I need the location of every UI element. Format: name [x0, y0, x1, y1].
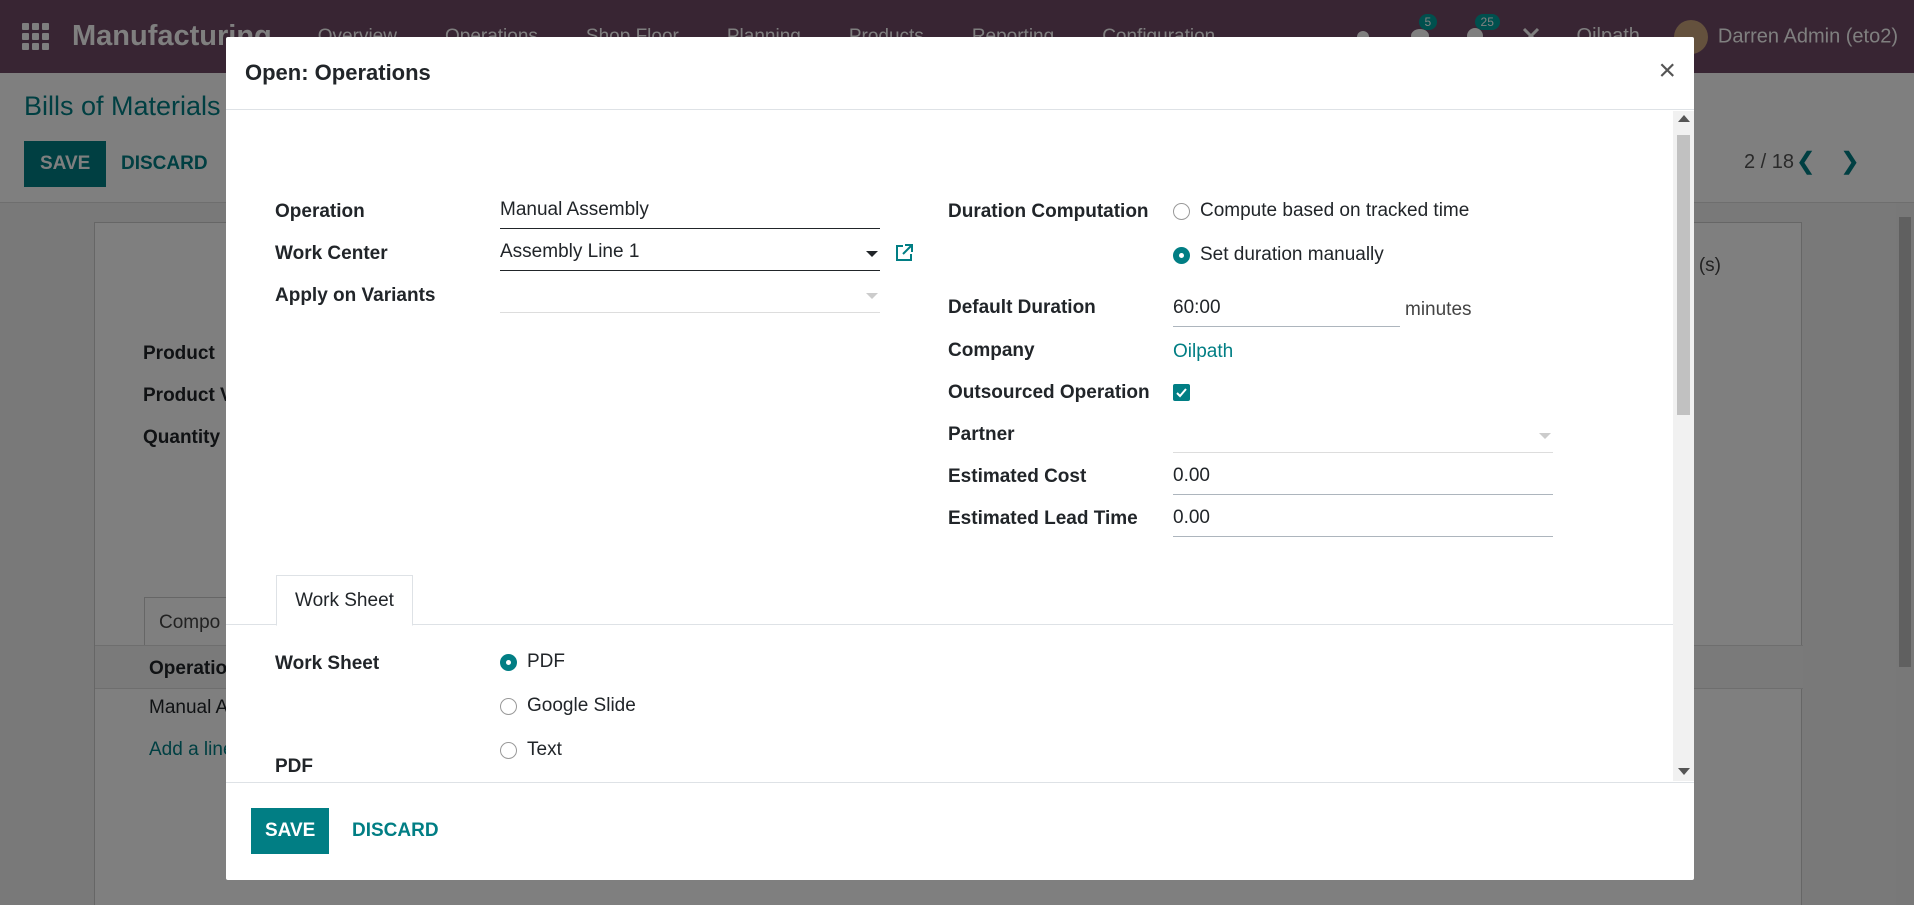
- chevron-down-icon[interactable]: [866, 251, 878, 257]
- scrollbar-thumb[interactable]: [1677, 135, 1690, 415]
- company-link[interactable]: Oilpath: [1173, 341, 1233, 363]
- apply-on-variants-label: Apply on Variants: [275, 285, 436, 306]
- duration-computation-label: Duration Computation: [948, 201, 1149, 222]
- scroll-down-icon[interactable]: [1678, 768, 1690, 775]
- scroll-up-icon[interactable]: [1678, 115, 1690, 122]
- work-sheet-label: Work Sheet: [275, 653, 380, 674]
- operation-label: Operation: [275, 201, 365, 222]
- estimated-lead-time-input[interactable]: 0.00: [1173, 505, 1553, 537]
- estimated-lead-time-value: 0.00: [1173, 507, 1210, 528]
- chevron-down-icon[interactable]: [1539, 433, 1551, 439]
- default-duration-value: 60:00: [1173, 297, 1221, 318]
- tab-work-sheet[interactable]: Work Sheet: [276, 575, 413, 626]
- operation-value: Manual Assembly: [500, 199, 649, 220]
- outsourced-checkbox[interactable]: [1173, 384, 1190, 401]
- radio-label: Set duration manually: [1200, 244, 1384, 265]
- estimated-cost-label: Estimated Cost: [948, 466, 1087, 487]
- pdf-label: PDF: [275, 756, 313, 777]
- modal-body: Operation Manual Assembly Work Center As…: [226, 111, 1673, 781]
- save-button[interactable]: SAVE: [251, 808, 330, 854]
- default-duration-input[interactable]: 60:00: [1173, 295, 1400, 327]
- radio-worksheet-pdf[interactable]: PDF: [500, 651, 565, 673]
- close-icon[interactable]: ×: [1658, 54, 1676, 88]
- external-link-icon[interactable]: [894, 243, 914, 263]
- operation-field[interactable]: Manual Assembly: [500, 197, 880, 229]
- discard-button[interactable]: DISCARD: [352, 820, 439, 842]
- modal-footer: SAVE DISCARD: [226, 782, 1694, 880]
- radio-dot[interactable]: [500, 697, 517, 715]
- default-duration-label: Default Duration: [948, 297, 1096, 318]
- radio-dot[interactable]: [500, 741, 517, 759]
- modal-scrollbar[interactable]: [1673, 111, 1694, 781]
- modal-header: Open: Operations ×: [226, 37, 1694, 110]
- outsourced-label: Outsourced Operation: [948, 382, 1150, 403]
- company-label: Company: [948, 340, 1035, 361]
- radio-worksheet-text[interactable]: Text: [500, 739, 562, 761]
- work-center-select[interactable]: Assembly Line 1: [500, 239, 880, 271]
- radio-worksheet-google-slide[interactable]: Google Slide: [500, 695, 636, 717]
- work-center-value: Assembly Line 1: [500, 241, 640, 262]
- modal-title: Open: Operations: [245, 60, 431, 85]
- work-center-label: Work Center: [275, 243, 388, 264]
- radio-label: Google Slide: [527, 695, 636, 716]
- estimated-cost-value: 0.00: [1173, 465, 1210, 486]
- estimated-cost-input[interactable]: 0.00: [1173, 463, 1553, 495]
- operations-dialog: Open: Operations × Operation Manual Asse…: [226, 37, 1694, 880]
- radio-dot-selected[interactable]: [1173, 246, 1190, 264]
- partner-select[interactable]: [1173, 421, 1553, 453]
- estimated-lead-time-label: Estimated Lead Time: [948, 508, 1138, 529]
- duration-unit: minutes: [1405, 299, 1472, 320]
- radio-set-manually[interactable]: Set duration manually: [1173, 244, 1384, 266]
- chevron-down-icon[interactable]: [866, 293, 878, 299]
- radio-compute-tracked[interactable]: Compute based on tracked time: [1173, 200, 1469, 222]
- radio-dot-selected[interactable]: [500, 653, 517, 671]
- notebook-tabs: Work Sheet: [226, 575, 1673, 626]
- radio-dot[interactable]: [1173, 202, 1190, 220]
- radio-label: PDF: [527, 651, 565, 672]
- variants-select[interactable]: [500, 281, 880, 313]
- radio-label: Text: [527, 739, 562, 760]
- partner-label: Partner: [948, 424, 1015, 445]
- radio-label: Compute based on tracked time: [1200, 200, 1470, 221]
